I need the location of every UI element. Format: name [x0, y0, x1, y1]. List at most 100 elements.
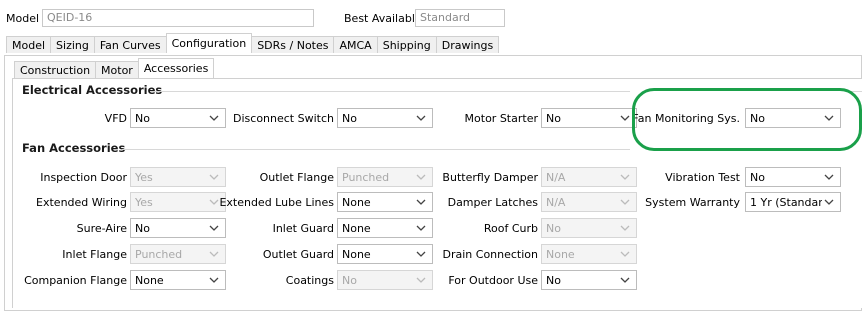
motor-starter-label: Motor Starter — [464, 112, 538, 125]
outlet-flange-select[interactable]: Punched — [337, 167, 433, 187]
coatings-label: Coatings — [285, 274, 334, 287]
drain-connection-label: Drain Connection — [442, 248, 539, 261]
tab-sizing[interactable]: Sizing — [50, 36, 95, 53]
inspection-door-value: Yes — [135, 171, 153, 184]
chevron-down-icon — [209, 277, 219, 283]
motor-starter-value: No — [546, 112, 561, 125]
outlet-guard-label: Outlet Guard — [262, 248, 334, 261]
damper-latches-select[interactable]: N/A — [541, 192, 637, 212]
for-outdoor-use-label: For Outdoor Use — [448, 274, 538, 287]
system-warranty-value: 1 Yr (Standard) — [750, 196, 822, 209]
inlet-flange-label: Inlet Flange — [62, 248, 127, 261]
chevron-down-icon — [620, 277, 630, 283]
system-warranty-label: System Warranty — [645, 196, 740, 209]
chevron-down-icon — [416, 225, 426, 231]
butterfly-damper-label: Butterfly Damper — [442, 171, 538, 184]
sure-aire-select[interactable]: No — [130, 218, 226, 238]
companion-flange-select[interactable]: None — [130, 270, 226, 290]
inspection-door-label: Inspection Door — [40, 171, 127, 184]
roof-curb-label: Roof Curb — [483, 222, 538, 235]
extended-wiring-select[interactable]: Yes — [130, 192, 226, 212]
butterfly-damper-select[interactable]: N/A — [541, 167, 637, 187]
vibration-test-select[interactable]: No — [745, 167, 841, 187]
extended-wiring-label: Extended Wiring — [36, 196, 127, 209]
chevron-down-icon — [620, 115, 630, 121]
fan-divider — [122, 149, 630, 150]
vibration-test-label: Vibration Test — [665, 171, 740, 184]
main-tabs: Model Sizing Fan Curves Configuration SD… — [6, 33, 500, 53]
chevron-down-icon — [209, 199, 219, 205]
chevron-down-icon — [209, 251, 219, 257]
chevron-down-icon — [416, 199, 426, 205]
electrical-divider — [150, 91, 630, 92]
motor-starter-select[interactable]: No — [541, 108, 637, 128]
chevron-down-icon — [620, 251, 630, 257]
tab-shipping[interactable]: Shipping — [376, 36, 437, 53]
electrical-accessories-title: Electrical Accessories — [22, 83, 163, 97]
tab-configuration[interactable]: Configuration — [165, 33, 253, 53]
fan-accessories-title: Fan Accessories — [22, 141, 126, 155]
disconnect-switch-value: No — [342, 112, 357, 125]
chevron-down-icon — [620, 225, 630, 231]
vfd-label: VFD — [104, 112, 127, 125]
chevron-down-icon — [209, 225, 219, 231]
chevron-down-icon — [620, 199, 630, 205]
outlet-guard-value: None — [342, 248, 371, 261]
roof-curb-select[interactable]: No — [541, 218, 637, 238]
tab-model[interactable]: Model — [6, 36, 52, 53]
best-available-field[interactable]: Standard — [415, 9, 505, 27]
best-available-label: Best Available — [344, 12, 422, 25]
chevron-down-icon — [416, 115, 426, 121]
vfd-value: No — [135, 112, 150, 125]
chevron-down-icon — [620, 174, 630, 180]
roof-curb-value: No — [546, 222, 561, 235]
chevron-down-icon — [209, 115, 219, 121]
system-warranty-select[interactable]: 1 Yr (Standard) — [745, 192, 841, 212]
extended-lube-lines-select[interactable]: None — [337, 192, 433, 212]
sure-aire-value: No — [135, 222, 150, 235]
outlet-flange-value: Punched — [342, 171, 390, 184]
damper-latches-value: N/A — [546, 196, 566, 209]
outlet-guard-select[interactable]: None — [337, 244, 433, 264]
chevron-down-icon — [209, 174, 219, 180]
model-field[interactable]: QEID-16 — [42, 9, 314, 27]
tab-drawings[interactable]: Drawings — [435, 36, 500, 53]
companion-flange-label: Companion Flange — [24, 274, 127, 287]
extended-lube-lines-label: Extended Lube Lines — [219, 196, 334, 209]
tab-fan-curves[interactable]: Fan Curves — [93, 36, 167, 53]
chevron-down-icon — [416, 174, 426, 180]
coatings-value: No — [342, 274, 357, 287]
extended-wiring-value: Yes — [135, 196, 153, 209]
vfd-select[interactable]: No — [130, 108, 226, 128]
model-label: Model — [6, 12, 40, 25]
tab-sdrs-notes[interactable]: SDRs / Notes — [251, 36, 335, 53]
chevron-down-icon — [824, 174, 834, 180]
vibration-test-value: No — [750, 171, 765, 184]
sure-aire-label: Sure-Aire — [76, 222, 127, 235]
drain-connection-value: None — [546, 248, 575, 261]
extended-lube-lines-value: None — [342, 196, 371, 209]
damper-latches-label: Damper Latches — [447, 196, 538, 209]
tab-accessories[interactable]: Accessories — [137, 58, 215, 78]
highlight-outline — [632, 88, 862, 151]
tab-motor[interactable]: Motor — [95, 61, 139, 78]
inlet-guard-label: Inlet Guard — [272, 222, 334, 235]
disconnect-switch-label: Disconnect Switch — [233, 112, 334, 125]
chevron-down-icon — [416, 251, 426, 257]
coatings-select[interactable]: No — [337, 270, 433, 290]
outlet-flange-label: Outlet Flange — [259, 171, 334, 184]
for-outdoor-use-select[interactable]: No — [541, 270, 637, 290]
tab-amca[interactable]: AMCA — [333, 36, 378, 53]
inlet-flange-value: Punched — [135, 248, 183, 261]
inlet-guard-value: None — [342, 222, 371, 235]
companion-flange-value: None — [135, 274, 164, 287]
tab-construction[interactable]: Construction — [14, 61, 97, 78]
drain-connection-select[interactable]: None — [541, 244, 637, 264]
inlet-flange-select[interactable]: Punched — [130, 244, 226, 264]
sub-tabs: Construction Motor Accessories — [14, 58, 215, 78]
inspection-door-select[interactable]: Yes — [130, 167, 226, 187]
for-outdoor-use-value: No — [546, 274, 561, 287]
inlet-guard-select[interactable]: None — [337, 218, 433, 238]
disconnect-switch-select[interactable]: No — [337, 108, 433, 128]
chevron-down-icon — [824, 199, 834, 205]
